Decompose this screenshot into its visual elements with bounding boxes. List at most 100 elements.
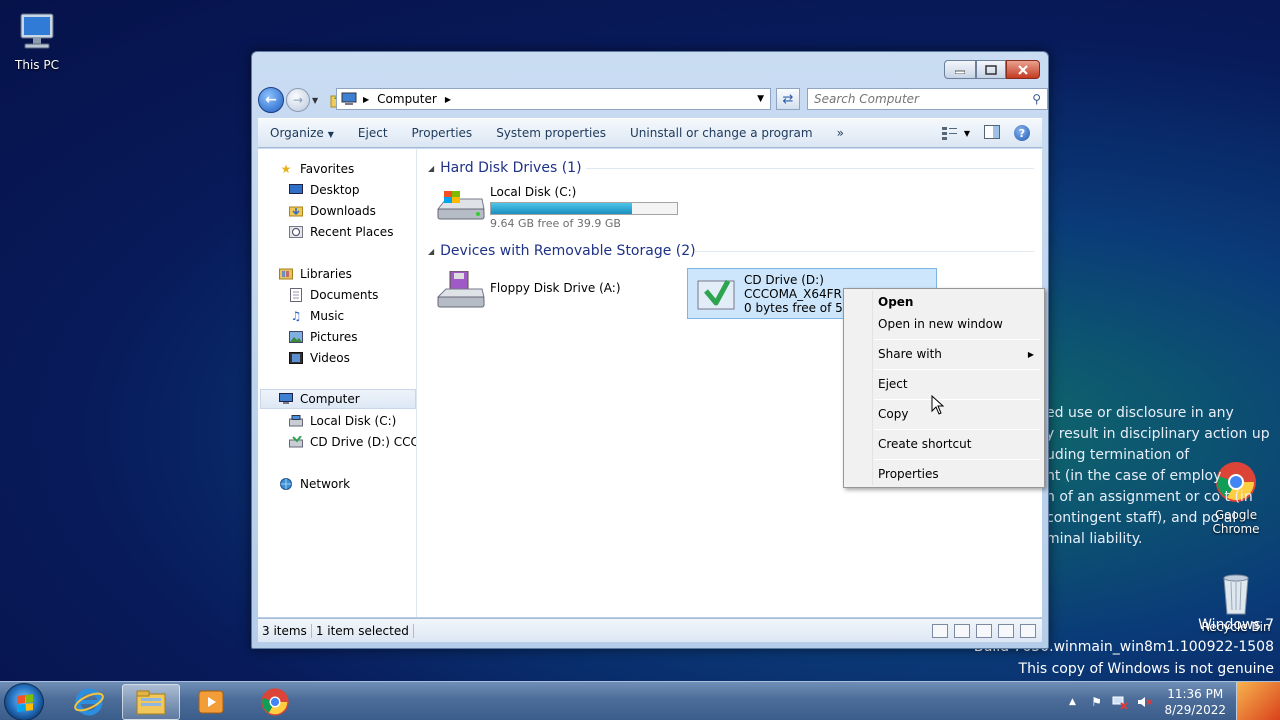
menu-separator bbox=[874, 429, 1040, 430]
eject-button[interactable]: Eject bbox=[346, 126, 400, 140]
show-hidden-icons-button[interactable]: ▲ bbox=[1064, 694, 1080, 710]
desktop-icon bbox=[288, 183, 304, 197]
build-line: This copy of Windows is not genuine bbox=[1018, 661, 1274, 677]
nav-desktop[interactable]: Desktop bbox=[288, 180, 360, 200]
collapse-triangle-icon: ◢ bbox=[428, 163, 435, 173]
details-view-button[interactable] bbox=[932, 623, 948, 638]
layout-button-2[interactable] bbox=[998, 623, 1014, 638]
menu-separator bbox=[874, 339, 1040, 340]
internet-explorer-icon bbox=[74, 688, 104, 716]
forward-button[interactable]: → bbox=[286, 88, 310, 112]
layout-button-3[interactable] bbox=[1020, 623, 1036, 638]
libraries-icon bbox=[278, 267, 294, 281]
nav-label: CD Drive (D:) CCCOI bbox=[310, 435, 416, 449]
desktop-watermark: ed use or disclosure in any y result in … bbox=[1046, 403, 1270, 550]
status-selection: 1 item selected bbox=[312, 623, 414, 638]
taskbar-media-player[interactable] bbox=[182, 684, 240, 720]
system-properties-button[interactable]: System properties bbox=[484, 126, 618, 140]
menu-item-properties[interactable]: Properties bbox=[878, 464, 1038, 484]
chevron-down-icon: ▼ bbox=[963, 128, 970, 138]
chevron-down-icon[interactable]: ▼ bbox=[757, 94, 764, 104]
menu-separator bbox=[874, 369, 1040, 370]
restore-icon bbox=[985, 64, 997, 75]
search-icon[interactable]: ⚲ bbox=[1032, 92, 1041, 106]
nav-cd-drive[interactable]: CD Drive (D:) CCCOI bbox=[288, 432, 416, 452]
taskbar-windows-explorer[interactable] bbox=[122, 684, 180, 720]
preview-pane-icon bbox=[984, 124, 1000, 139]
group-header-hard-disks[interactable]: ◢ Hard Disk Drives (1) bbox=[428, 158, 582, 178]
nav-local-disk[interactable]: Local Disk (C:) bbox=[288, 411, 396, 431]
nav-pictures[interactable]: Pictures bbox=[288, 327, 358, 347]
nav-label: Videos bbox=[310, 351, 350, 365]
drive-floppy-a[interactable]: Floppy Disk Drive (A:) bbox=[436, 270, 621, 311]
organize-button[interactable]: Organize ▼ bbox=[258, 126, 346, 140]
drive-name: Local Disk (C:) bbox=[490, 185, 577, 199]
address-bar[interactable]: ▶ Computer ▶ ▼ bbox=[336, 88, 771, 110]
refresh-icon: ⇄ bbox=[782, 91, 794, 107]
search-box[interactable]: ⚲ bbox=[807, 88, 1048, 110]
refresh-button[interactable]: ⇄ bbox=[776, 88, 800, 110]
search-input[interactable] bbox=[814, 92, 1014, 106]
group-header-removable[interactable]: ◢ Devices with Removable Storage (2) bbox=[428, 241, 696, 261]
nav-favorites[interactable]: ★ Favorites bbox=[278, 159, 355, 179]
help-icon[interactable]: ? bbox=[1014, 125, 1030, 141]
action-center-flag-icon[interactable]: ⚑ bbox=[1088, 694, 1104, 710]
computer-icon bbox=[341, 92, 359, 106]
minimize-button[interactable] bbox=[944, 60, 976, 79]
taskbar-internet-explorer[interactable] bbox=[60, 684, 118, 720]
watermark-line: nt (in the case of employ bbox=[1046, 468, 1222, 484]
start-button[interactable] bbox=[4, 683, 44, 720]
more-commands-button[interactable]: » bbox=[825, 126, 856, 140]
status-bar: 3 items 1 item selected bbox=[258, 618, 1042, 642]
menu-item-eject[interactable]: Eject bbox=[878, 374, 1038, 394]
uninstall-program-button[interactable]: Uninstall or change a program bbox=[618, 126, 825, 140]
preview-pane-button[interactable] bbox=[984, 124, 1000, 142]
menu-item-open-new-window[interactable]: Open in new window bbox=[878, 314, 1038, 334]
taskbar: ▲ ⚑ 11:36 PM 8/29/2022 bbox=[0, 681, 1280, 720]
watermark-line: minal liability. bbox=[1046, 531, 1143, 547]
desktop-icon-this-pc[interactable]: This PC bbox=[2, 10, 72, 72]
back-button[interactable]: ← bbox=[258, 87, 284, 113]
computer-icon bbox=[278, 392, 294, 406]
nav-computer[interactable]: Computer bbox=[260, 389, 416, 409]
taskbar-chrome[interactable] bbox=[246, 684, 304, 720]
nav-documents[interactable]: Documents bbox=[288, 285, 378, 305]
drive-name: CD Drive (D:) bbox=[744, 273, 824, 287]
large-icons-view-button[interactable] bbox=[954, 623, 970, 638]
layout-button-1[interactable] bbox=[976, 623, 992, 638]
recycle-bin-icon bbox=[1214, 572, 1258, 616]
view-options-icon bbox=[941, 127, 957, 140]
nav-downloads[interactable]: Downloads bbox=[288, 201, 376, 221]
drive-local-disk-c[interactable]: Local Disk (C:) 9.64 GB free of 39.9 GB bbox=[436, 185, 678, 230]
change-view-button[interactable]: ▼ bbox=[941, 126, 970, 140]
hard-drive-icon bbox=[436, 185, 486, 225]
command-bar: Organize ▼ Eject Properties System proper… bbox=[258, 118, 1042, 148]
taskbar-clock[interactable]: 11:36 PM 8/29/2022 bbox=[1164, 686, 1226, 718]
close-button[interactable] bbox=[1006, 60, 1040, 79]
system-tray: ▲ ⚑ 11:36 PM 8/29/2022 bbox=[1060, 682, 1280, 720]
watermark-line: ed use or disclosure in any bbox=[1046, 405, 1234, 421]
menu-separator bbox=[874, 459, 1040, 460]
nav-network[interactable]: Network bbox=[278, 474, 350, 494]
nav-label: Music bbox=[310, 309, 345, 323]
properties-button[interactable]: Properties bbox=[400, 126, 485, 140]
nav-videos[interactable]: Videos bbox=[288, 348, 350, 368]
breadcrumb-computer[interactable]: Computer bbox=[377, 92, 437, 106]
recent-pages-dropdown[interactable]: ▼ bbox=[312, 96, 324, 105]
volume-icon[interactable] bbox=[1136, 694, 1153, 710]
nav-label: Desktop bbox=[310, 183, 360, 197]
show-desktop-button[interactable] bbox=[1236, 682, 1280, 720]
nav-recent-places[interactable]: Recent Places bbox=[288, 222, 393, 242]
breadcrumb-arrow-icon[interactable]: ▶ bbox=[363, 95, 369, 104]
breadcrumb-arrow-icon[interactable]: ▶ bbox=[445, 95, 451, 104]
floppy-drive-icon bbox=[436, 270, 486, 311]
menu-item-open[interactable]: Open bbox=[878, 292, 1038, 312]
menu-item-create-shortcut[interactable]: Create shortcut bbox=[878, 434, 1038, 454]
nav-label: Computer bbox=[300, 392, 360, 406]
menu-item-share-with[interactable]: Share with bbox=[878, 344, 1038, 364]
menu-item-copy[interactable]: Copy bbox=[878, 404, 1038, 424]
maximize-button[interactable] bbox=[976, 60, 1006, 79]
nav-libraries[interactable]: Libraries bbox=[278, 264, 352, 284]
network-status-icon[interactable] bbox=[1112, 694, 1129, 710]
nav-music[interactable]: ♫ Music bbox=[288, 306, 345, 326]
